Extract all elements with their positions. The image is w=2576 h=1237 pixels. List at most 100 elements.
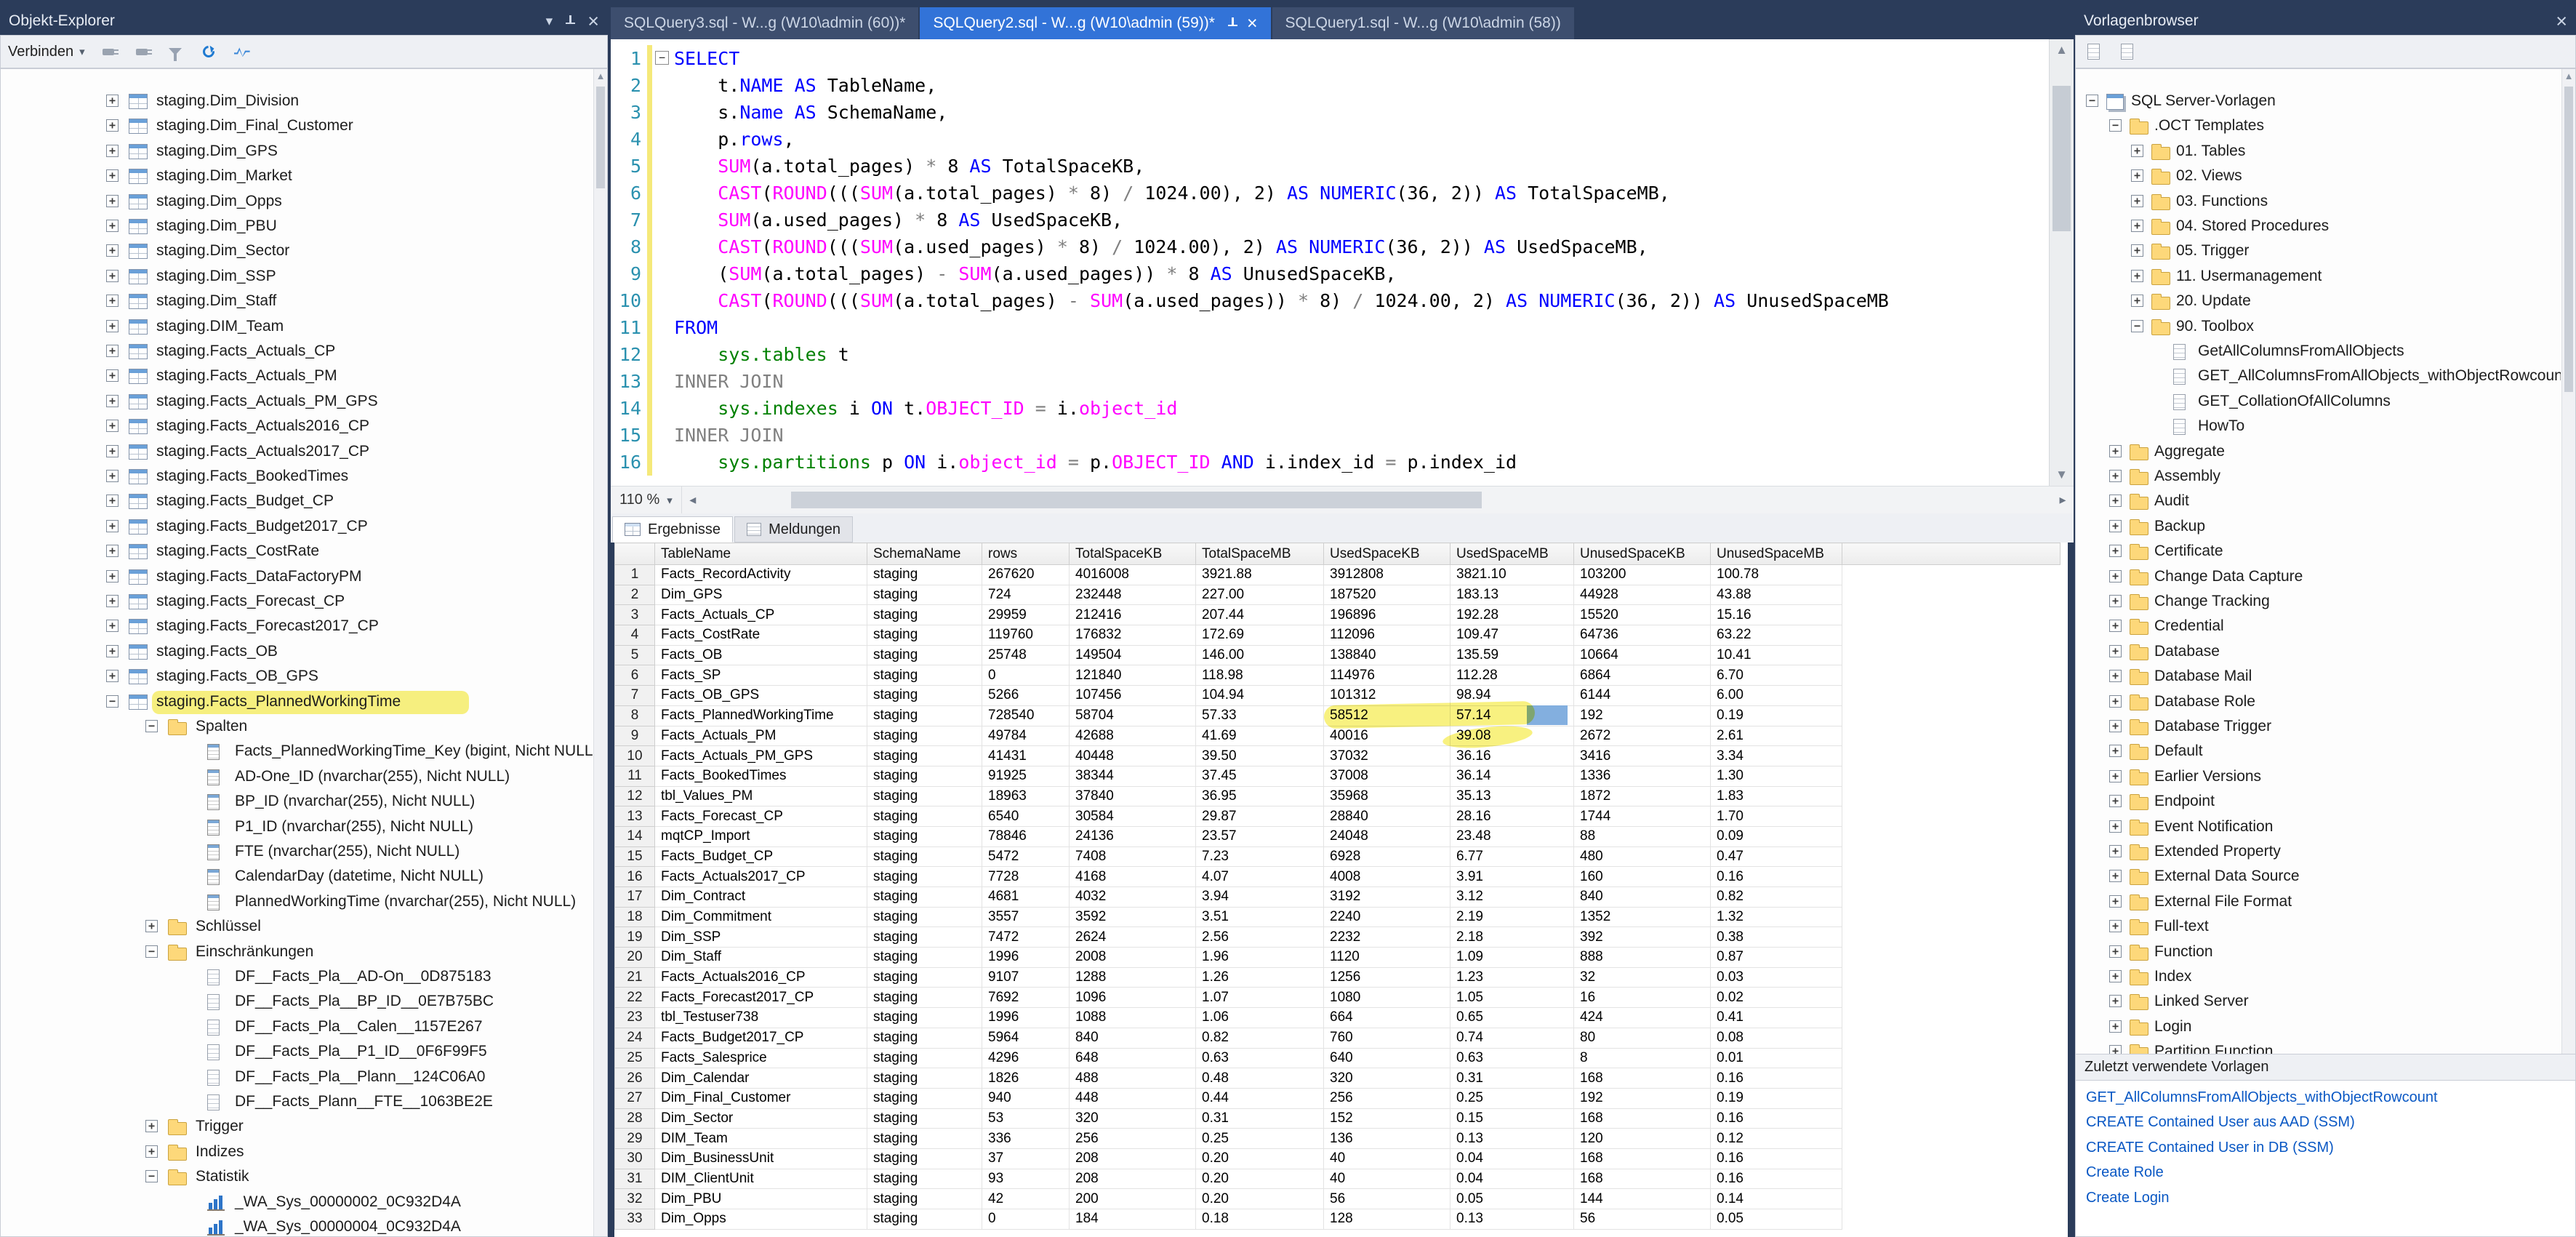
grid-cell[interactable]: 39.50 (1196, 746, 1324, 766)
grid-cell[interactable]: 728540 (982, 705, 1070, 726)
grid-cell[interactable]: 0.41 (1711, 1008, 1842, 1028)
recent-template-link[interactable]: CREATE Contained User in DB (SSM) (2086, 1140, 2334, 1156)
grid-cell[interactable]: 0.09 (1711, 826, 1842, 846)
grid-cell[interactable]: staging (867, 1088, 982, 1108)
grid-cell[interactable]: 0.20 (1196, 1169, 1324, 1189)
expander-icon[interactable]: + (2109, 445, 2122, 457)
row-number[interactable]: 31 (615, 1169, 655, 1189)
code-line[interactable]: 10 CAST(ROUND(((SUM(a.total_pages) - SUM… (611, 287, 2047, 314)
scrollbar-thumb[interactable] (2053, 86, 2071, 231)
row-number[interactable]: 24 (615, 1028, 655, 1048)
tab-results[interactable]: Ergebnisse (612, 516, 733, 543)
expander-icon[interactable]: + (2109, 895, 2122, 908)
row-number[interactable]: 21 (615, 967, 655, 988)
grid-cell[interactable]: 0.25 (1450, 1088, 1574, 1108)
grid-cell[interactable]: 3557 (982, 907, 1070, 927)
row-number[interactable]: 22 (615, 988, 655, 1008)
grid-cell[interactable]: Dim_SSP (655, 927, 867, 948)
row-number[interactable]: 32 (615, 1189, 655, 1209)
tree-item[interactable]: +20. Update (2076, 289, 2561, 314)
grid-cell[interactable]: 6540 (982, 806, 1070, 827)
expander-icon[interactable]: + (106, 670, 119, 682)
grid-cell[interactable]: 146.00 (1196, 645, 1324, 665)
grid-cell[interactable]: staging (867, 686, 982, 706)
grid-cell[interactable]: staging (867, 665, 982, 686)
grid-cell[interactable]: 118.98 (1196, 665, 1324, 686)
close-icon[interactable]: × (2556, 12, 2567, 30)
grid-cell[interactable]: 53 (982, 1108, 1070, 1129)
row-number[interactable]: 1 (615, 565, 655, 585)
tree-item[interactable]: +staging.Facts_Budget_CP (1, 489, 593, 514)
fold-collapse-icon[interactable]: − (655, 51, 669, 65)
grid-cell[interactable]: 2008 (1070, 948, 1196, 968)
grid-cell[interactable]: 1872 (1574, 786, 1711, 806)
grid-cell[interactable]: 168 (1574, 1148, 1711, 1169)
row-number[interactable]: 29 (615, 1129, 655, 1149)
expander-icon[interactable]: + (2109, 945, 2122, 958)
grid-cell[interactable]: 37840 (1070, 786, 1196, 806)
grid-cell[interactable]: staging (867, 746, 982, 766)
tab-messages[interactable]: Meldungen (734, 516, 853, 543)
grid-cell[interactable]: staging (867, 585, 982, 605)
grid-cell[interactable]: 1096 (1070, 988, 1196, 1008)
row-number[interactable]: 20 (615, 948, 655, 968)
grid-cell[interactable]: 1996 (982, 948, 1070, 968)
grid-cell[interactable]: 112.28 (1450, 665, 1574, 686)
grid-cell[interactable]: 3192 (1324, 887, 1450, 908)
expander-icon[interactable]: + (2109, 770, 2122, 782)
column-header[interactable]: UsedSpaceKB (1324, 543, 1450, 565)
grid-cell[interactable]: 172.69 (1196, 625, 1324, 646)
grid-cell[interactable]: 0.14 (1711, 1189, 1842, 1209)
grid-cell[interactable]: staging (867, 625, 982, 646)
scrollbar-thumb[interactable] (2564, 87, 2573, 392)
tree-item[interactable]: +staging.Dim_SSP (1, 265, 593, 289)
grid-cell[interactable]: 1.07 (1196, 988, 1324, 1008)
code-line[interactable]: 3 s.Name AS SchemaName, (611, 99, 2047, 126)
row-number[interactable]: 13 (615, 806, 655, 827)
expander-icon[interactable]: + (2131, 169, 2143, 182)
grid-cell[interactable]: 152 (1324, 1108, 1450, 1129)
tree-item[interactable]: +Assembly (2076, 465, 2561, 489)
tree-item[interactable]: HowTo (2076, 415, 2561, 439)
grid-cell[interactable]: staging (867, 786, 982, 806)
tree-item[interactable]: +Schlüssel (1, 915, 593, 940)
grid-cell[interactable]: Dim_Staff (655, 948, 867, 968)
expander-icon[interactable]: + (106, 595, 119, 607)
grid-cell[interactable]: 24048 (1324, 826, 1450, 846)
grid-cell[interactable]: Facts_PlannedWorkingTime (655, 705, 867, 726)
expander-icon[interactable]: + (2109, 870, 2122, 882)
scroll-up-icon[interactable]: ▲ (594, 69, 607, 84)
tree-item[interactable]: +Index (2076, 965, 2561, 990)
grid-cell[interactable]: Facts_Budget2017_CP (655, 1028, 867, 1048)
grid-cell[interactable]: 0.82 (1711, 887, 1842, 908)
grid-cell[interactable]: 1256 (1324, 967, 1450, 988)
row-number[interactable]: 18 (615, 907, 655, 927)
grid-cell[interactable]: 1336 (1574, 766, 1711, 786)
expander-icon[interactable]: + (106, 345, 119, 357)
grid-cell[interactable]: Dim_PBU (655, 1189, 867, 1209)
grid-cell[interactable]: 196896 (1324, 605, 1450, 625)
expander-icon[interactable]: + (2131, 195, 2143, 207)
grid-cell[interactable]: Dim_GPS (655, 585, 867, 605)
code-line[interactable]: 2 t.NAME AS TableName, (611, 72, 2047, 99)
grid-cell[interactable]: staging (867, 1129, 982, 1149)
tree-item[interactable]: +Change Data Capture (2076, 565, 2561, 590)
grid-cell[interactable]: 192 (1574, 1088, 1711, 1108)
expander-icon[interactable]: + (106, 95, 119, 107)
grid-cell[interactable]: 36.14 (1450, 766, 1574, 786)
expander-icon[interactable]: + (106, 495, 119, 507)
tree-item[interactable]: +Database Trigger (2076, 715, 2561, 740)
tree-item[interactable]: DF__Facts_Pla__BP_ID__0E7B75BC (1, 990, 593, 1014)
grid-cell[interactable]: 56 (1574, 1209, 1711, 1230)
grid-cell[interactable]: 168 (1574, 1108, 1711, 1129)
grid-cell[interactable]: 2.19 (1450, 907, 1574, 927)
grid-cell[interactable]: 1.05 (1450, 988, 1574, 1008)
grid-cell[interactable]: 42688 (1070, 726, 1196, 746)
grid-cell[interactable]: 1.32 (1711, 907, 1842, 927)
tree-item[interactable]: +11. Usermanagement (2076, 265, 2561, 289)
grid-cell[interactable]: 1996 (982, 1008, 1070, 1028)
grid-cell[interactable]: 1.70 (1711, 806, 1842, 827)
grid-cell[interactable]: 207.44 (1196, 605, 1324, 625)
connect-button[interactable]: Verbinden ▾ (8, 44, 85, 60)
tree-item[interactable]: +staging.Dim_Opps (1, 190, 593, 215)
